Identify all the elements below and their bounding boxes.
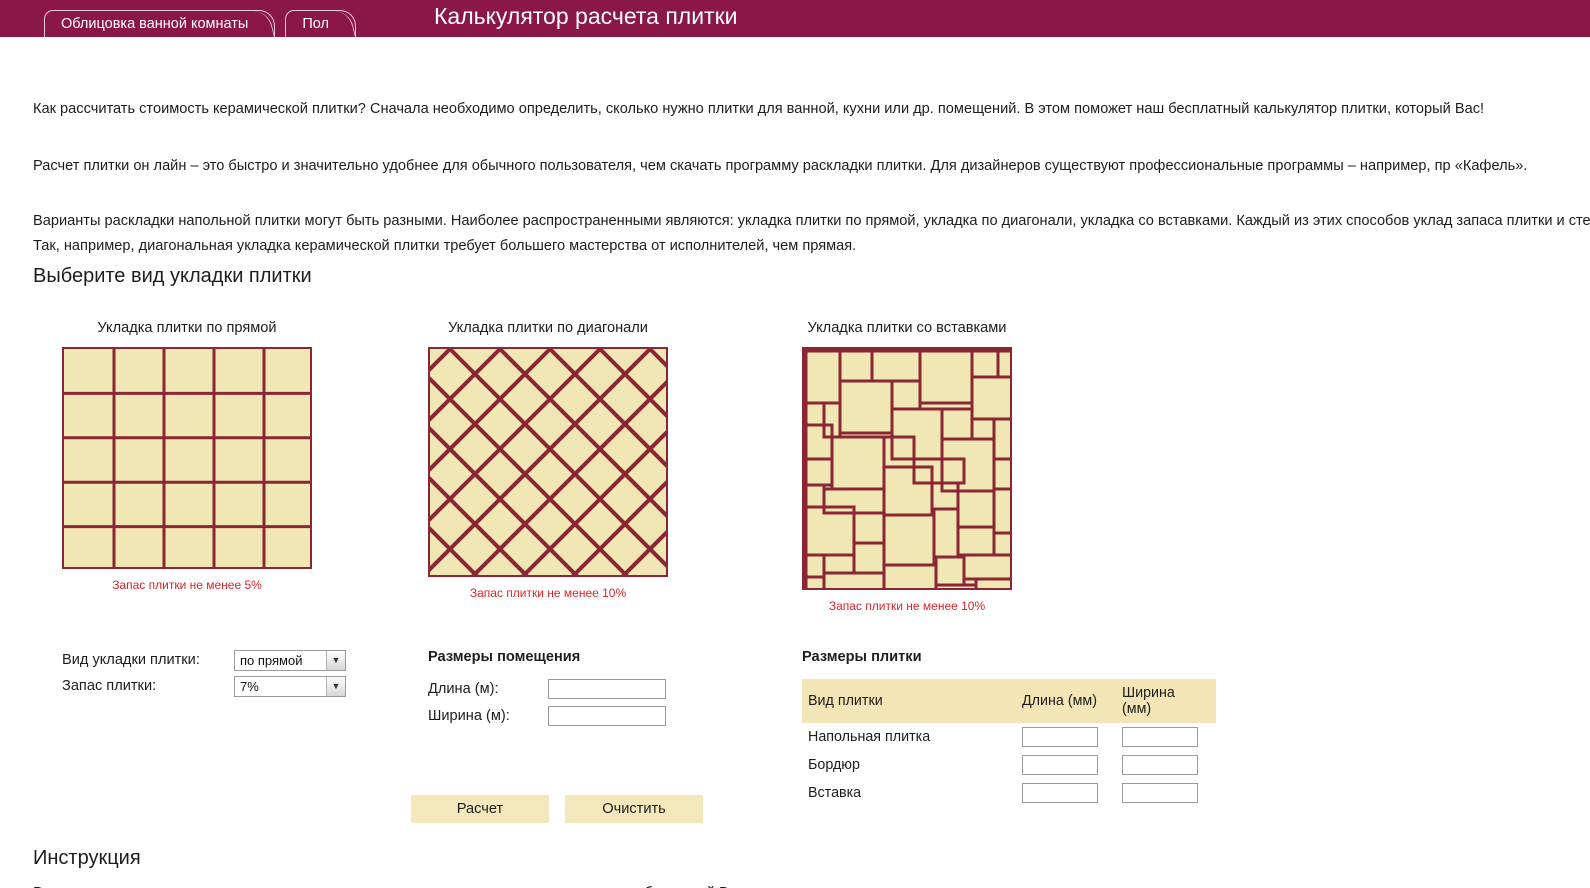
tile-type-name: Напольная плитка [808,729,931,745]
table-header-row: Вид плитки Длина (мм) Ширина (мм) [802,679,1216,723]
pattern-title: Укладка плитки по прямой [97,320,277,336]
layout-type-row: Вид укладки плитки: по прямой ▼ [62,649,346,671]
reserve-select[interactable]: 7% ▼ [234,675,346,697]
table-row: Напольная плитка [802,723,1216,751]
pattern-preview-inserts[interactable] [802,347,1012,590]
pattern-reserve-note: Запас плитки не менее 10% [828,599,986,613]
pattern-panel-diagonal[interactable]: Укладка плитки по диагонали Запас плитки… [428,320,668,600]
tile-type-name: Бордюр [808,757,860,773]
straight-tile-svg [64,349,310,567]
select-layout-heading: Выберите вид укладки плитки [33,265,312,287]
tile-dimensions-heading: Размеры плитки [802,649,922,665]
intro-paragraph-1: Как рассчитать стоимость керамической пл… [33,101,1485,117]
chevron-down-icon[interactable]: ▼ [326,676,345,696]
pattern-reserve-note: Запас плитки не менее 10% [469,586,627,600]
column-header-tile-type: Вид плитки [802,679,1016,723]
insert-length-input[interactable] [1022,783,1098,803]
room-length-row: Длина (м): [428,679,666,699]
column-header-length: Длина (мм) [1016,679,1116,723]
floor-tile-length-input[interactable] [1022,727,1098,747]
pattern-preview-diagonal[interactable] [428,347,668,577]
instruction-heading: Инструкция [33,847,141,869]
tile-length-cell [1016,751,1116,779]
room-dimensions-heading: Размеры помещения [428,649,581,665]
tab-label: Пол [302,16,329,32]
column-header-width: Ширина (мм) [1116,679,1216,723]
tab-label: Облицовка ванной комнаты [61,16,249,32]
pattern-title: Укладка плитки по диагонали [448,320,648,336]
tile-type-name: Вставка [808,785,862,801]
tile-dimensions-table: Вид плитки Длина (мм) Ширина (мм) Наполь… [802,679,1216,807]
border-length-input[interactable] [1022,755,1098,775]
clear-button[interactable]: Очистить [565,795,703,823]
app-header: Облицовка ванной комнаты Пол Калькулятор… [0,0,1590,37]
layout-options-form: Вид укладки плитки: по прямой ▼ Запас пл… [62,649,346,701]
action-buttons: Расчет Очистить [411,795,703,823]
tile-dimensions-form: Размеры плитки Вид плитки Длина (мм) Шир… [802,649,1216,807]
reserve-value: 7% [240,678,259,694]
reserve-row: Запас плитки: 7% ▼ [62,675,346,697]
intro-paragraph-3: Варианты раскладки напольной плитки могу… [33,213,1590,254]
table-row: Бордюр [802,751,1216,779]
reserve-label: Запас плитки: [62,678,157,694]
tab-bar: Облицовка ванной комнаты Пол [44,10,366,37]
tile-width-cell [1116,751,1216,779]
tile-length-cell [1016,779,1116,807]
room-width-row: Ширина (м): [428,706,666,726]
tab-bathroom-cladding[interactable]: Облицовка ванной комнаты [44,10,276,37]
pattern-panel-straight[interactable]: Укладка плитки по прямой Запас плитки не… [62,320,312,592]
room-length-input[interactable] [548,679,666,699]
border-width-input[interactable] [1122,755,1198,775]
room-length-label: Длина (м): [428,681,499,697]
room-width-input[interactable] [548,706,666,726]
pattern-reserve-note: Запас плитки не менее 5% [112,578,262,592]
room-dimensions-form: Размеры помещения Длина (м): Ширина (м): [428,649,666,733]
insert-width-input[interactable] [1122,783,1198,803]
tile-width-cell [1116,723,1216,751]
calculate-button[interactable]: Расчет [411,795,549,823]
layout-type-select[interactable]: по прямой ▼ [234,649,346,671]
chevron-down-icon[interactable]: ▼ [326,650,345,670]
pattern-title: Укладка плитки со вставками [807,320,1007,336]
intro-paragraph-2: Расчет плитки он лайн – это быстро и зна… [33,158,1528,174]
layout-type-label: Вид укладки плитки: [62,652,200,668]
page-title: Калькулятор расчета плитки [434,3,738,29]
tile-length-cell [1016,723,1116,751]
room-width-label: Ширина (м): [428,708,510,724]
floor-tile-width-input[interactable] [1122,727,1198,747]
pattern-preview-straight[interactable] [62,347,312,569]
table-row: Вставка [802,779,1216,807]
layout-type-value: по прямой [240,652,303,668]
tab-floor[interactable]: Пол [285,10,356,37]
diagonal-tile-svg [430,349,666,575]
pattern-panel-inserts[interactable]: Укладка плитки со вставками Запас плитки… [802,320,1012,613]
inserts-tile-svg [804,349,1010,588]
tile-width-cell [1116,779,1216,807]
